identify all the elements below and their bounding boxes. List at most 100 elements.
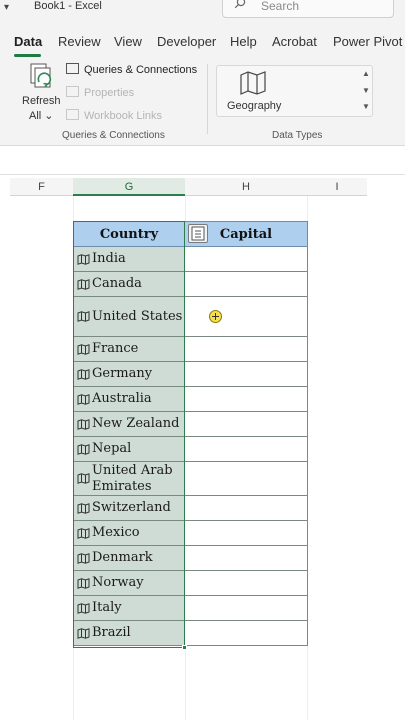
country-cell[interactable]: Norway: [73, 571, 185, 596]
map-icon: [77, 473, 90, 484]
formula-bar[interactable]: [0, 147, 405, 175]
country-cell[interactable]: France: [73, 337, 185, 362]
chevron-down-icon[interactable]: ▼: [362, 86, 370, 95]
workbook-links-icon: [66, 109, 79, 120]
table-row: Norway: [73, 571, 308, 596]
column-header-i[interactable]: I: [307, 178, 367, 196]
refresh-all-label[interactable]: Refresh: [22, 95, 61, 107]
capital-cell[interactable]: [184, 621, 308, 646]
country-name: Australia: [92, 391, 152, 406]
refresh-icon[interactable]: [28, 62, 54, 92]
quick-access-dropdown[interactable]: ▾: [4, 2, 9, 13]
country-cell[interactable]: United States: [73, 297, 185, 337]
map-icon: [77, 443, 90, 455]
capital-cell[interactable]: [184, 272, 308, 297]
table-row: New Zealand: [73, 412, 308, 437]
map-icon: [77, 602, 90, 614]
map-icon: [77, 552, 90, 564]
header-country[interactable]: Country: [73, 221, 185, 247]
ribbon: Refresh All ⌄ Queries & Connections Prop…: [0, 58, 405, 146]
table-row: Australia: [73, 387, 308, 412]
country-cell[interactable]: Brazil: [73, 621, 185, 646]
table-row: Germany: [73, 362, 308, 387]
table-row: Switzerland: [73, 496, 308, 521]
tab-help[interactable]: Help: [230, 34, 257, 49]
country-name: Germany: [92, 366, 153, 381]
country-cell[interactable]: United Arab Emirates: [73, 462, 185, 496]
country-cell[interactable]: Italy: [73, 596, 185, 621]
search-icon: [234, 0, 246, 9]
tab-developer[interactable]: Developer: [157, 34, 216, 49]
capital-cell[interactable]: [184, 387, 308, 412]
country-name: Norway: [92, 575, 144, 590]
map-icon: [77, 343, 90, 355]
search-box[interactable]: Search: [222, 0, 394, 18]
queries-icon: [66, 63, 79, 74]
capital-cell[interactable]: [184, 337, 308, 362]
country-cell[interactable]: Nepal: [73, 437, 185, 462]
properties-button[interactable]: Properties: [66, 86, 134, 99]
workbook-links-button[interactable]: Workbook Links: [66, 109, 162, 122]
geography-map-icon[interactable]: [239, 71, 267, 95]
country-cell[interactable]: New Zealand: [73, 412, 185, 437]
country-cell[interactable]: Switzerland: [73, 496, 185, 521]
map-icon: [77, 527, 90, 539]
tab-view[interactable]: View: [114, 34, 142, 49]
table-row: Nepal: [73, 437, 308, 462]
fill-handle[interactable]: [182, 645, 187, 650]
country-cell[interactable]: Australia: [73, 387, 185, 412]
table-row: Denmark: [73, 546, 308, 571]
tab-data[interactable]: Data: [14, 34, 42, 49]
ribbon-divider: [207, 64, 208, 134]
capital-cell[interactable]: [184, 521, 308, 546]
capital-cell[interactable]: [184, 462, 308, 496]
capital-cell[interactable]: [184, 362, 308, 387]
column-header-f[interactable]: F: [10, 178, 73, 196]
country-name: United Arab Emirates: [92, 462, 173, 494]
map-icon: [77, 502, 90, 514]
table-row: India: [73, 247, 308, 272]
insert-data-icon: [191, 226, 205, 241]
workbook-links-label: Workbook Links: [84, 110, 163, 122]
tab-power-pivot[interactable]: Power Pivot: [333, 34, 402, 49]
capital-cell[interactable]: [184, 412, 308, 437]
country-name: France: [92, 341, 139, 356]
geography-data-type-button[interactable]: Geography: [227, 100, 281, 112]
country-cell[interactable]: Canada: [73, 272, 185, 297]
table-row: Mexico: [73, 521, 308, 546]
column-header-g[interactable]: G: [73, 178, 185, 196]
group-label-queries: Queries & Connections: [62, 130, 165, 141]
chevron-up-icon[interactable]: ▲: [362, 69, 370, 78]
country-name: India: [92, 251, 126, 266]
tab-acrobat[interactable]: Acrobat: [272, 34, 317, 49]
refresh-all-dropdown[interactable]: All ⌄: [29, 109, 54, 122]
country-name: New Zealand: [92, 416, 180, 431]
capital-cell[interactable]: [184, 596, 308, 621]
search-placeholder: Search: [261, 0, 300, 13]
capital-cell[interactable]: [184, 437, 308, 462]
map-icon: [77, 368, 90, 380]
table-row: Canada: [73, 272, 308, 297]
column-header-h[interactable]: H: [185, 178, 307, 196]
table-row: Italy: [73, 596, 308, 621]
capital-cell[interactable]: [184, 247, 308, 272]
country-cell[interactable]: Mexico: [73, 521, 185, 546]
country-name: Denmark: [92, 550, 153, 565]
map-icon: [77, 393, 90, 405]
ribbon-tabs: Data Review View Developer Help Acrobat …: [0, 22, 405, 58]
country-name: Brazil: [92, 625, 131, 640]
gallery-scroll[interactable]: ▲ ▼ ▼: [359, 66, 373, 116]
insert-data-button[interactable]: [188, 224, 208, 243]
map-icon: [77, 253, 90, 265]
tab-review[interactable]: Review: [58, 34, 101, 49]
capital-cell[interactable]: [184, 297, 308, 337]
capital-cell[interactable]: [184, 571, 308, 596]
capital-cell[interactable]: [184, 496, 308, 521]
country-cell[interactable]: Denmark: [73, 546, 185, 571]
queries-connections-button[interactable]: Queries & Connections: [66, 63, 197, 76]
capital-cell[interactable]: [184, 546, 308, 571]
gallery-more-icon[interactable]: ▼: [362, 102, 370, 111]
table-row: France: [73, 337, 308, 362]
country-cell[interactable]: Germany: [73, 362, 185, 387]
country-cell[interactable]: India: [73, 247, 185, 272]
